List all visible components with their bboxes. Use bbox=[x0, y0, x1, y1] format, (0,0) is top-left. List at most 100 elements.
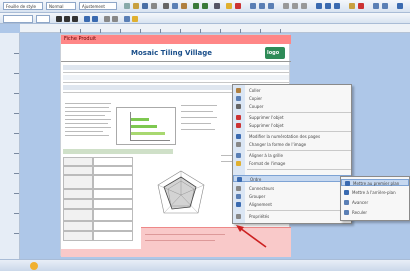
font-combo[interactable] bbox=[3, 15, 33, 23]
underline-icon[interactable] bbox=[72, 16, 78, 22]
save-icon[interactable] bbox=[142, 3, 148, 9]
radar-series bbox=[163, 176, 197, 210]
chart-bar bbox=[131, 125, 157, 128]
menu-item-grid[interactable]: Aligner à la grille bbox=[233, 152, 351, 159]
menu-item-label: Format de l'image bbox=[249, 161, 286, 166]
table-cell bbox=[63, 157, 93, 166]
font-size-combo[interactable] bbox=[36, 15, 50, 23]
image-icon[interactable] bbox=[259, 3, 265, 9]
align-right-icon[interactable] bbox=[334, 3, 340, 9]
table-cell bbox=[93, 221, 133, 231]
table-cell bbox=[63, 175, 93, 189]
table-cell bbox=[63, 221, 93, 231]
menu-item-delete[interactable]: Supprimer l'objet bbox=[233, 114, 351, 121]
submenu-item-bring-to-front[interactable]: Mettre au premier plan bbox=[341, 179, 409, 186]
red-arrow-icon bbox=[236, 225, 267, 248]
ellipse-icon[interactable] bbox=[301, 3, 307, 9]
align-left-icon[interactable] bbox=[316, 3, 322, 9]
submenu-item-send-to-back[interactable]: Mettre à l'arrière-plan bbox=[341, 189, 409, 196]
bullet-list-icon[interactable] bbox=[84, 16, 90, 22]
font-color-icon[interactable] bbox=[358, 3, 364, 9]
menu-item-label: Propriétés bbox=[249, 214, 270, 219]
undo-icon[interactable] bbox=[193, 3, 199, 9]
submenu-item-label: Reculer bbox=[352, 210, 368, 215]
shape-icon bbox=[236, 142, 241, 147]
delete-icon bbox=[236, 123, 241, 128]
logo-text: logo bbox=[267, 50, 280, 56]
cut-icon[interactable] bbox=[163, 3, 169, 9]
format-combo[interactable]: Normal bbox=[46, 2, 76, 10]
zoom-out-icon[interactable] bbox=[382, 3, 388, 9]
context-menu[interactable]: Coller Copier Couper Supprimer l'objet S… bbox=[232, 84, 352, 224]
menu-item-paste[interactable]: Coller bbox=[233, 87, 351, 94]
rectangle-icon[interactable] bbox=[292, 3, 298, 9]
vertical-ruler[interactable] bbox=[0, 33, 20, 271]
menu-item-delete-2[interactable]: Supprimer l'objet bbox=[233, 122, 351, 129]
menu-item-order[interactable]: Ordre ▶ bbox=[233, 175, 351, 182]
submenu-item-forward[interactable]: Avancer bbox=[341, 199, 409, 206]
info-row bbox=[63, 65, 289, 70]
indent-icon[interactable] bbox=[104, 16, 110, 22]
horizontal-ruler[interactable] bbox=[20, 24, 410, 33]
data-table[interactable] bbox=[61, 155, 136, 245]
properties-icon bbox=[236, 214, 241, 219]
highlight-icon[interactable] bbox=[226, 3, 232, 9]
order-submenu[interactable]: Mettre au premier plan Mettre à l'arrièr… bbox=[340, 176, 410, 221]
border-icon[interactable] bbox=[124, 16, 130, 22]
style-combo[interactable]: Feuille de style bbox=[3, 2, 43, 10]
menu-item-group[interactable]: Grouper ▶ bbox=[233, 193, 351, 200]
side-info[interactable] bbox=[181, 101, 221, 141]
radar-chart[interactable] bbox=[146, 165, 216, 225]
submenu-item-label: Mettre à l'arrière-plan bbox=[352, 190, 396, 195]
outdent-icon[interactable] bbox=[112, 16, 118, 22]
menu-separator bbox=[247, 112, 351, 113]
color-icon[interactable] bbox=[235, 3, 241, 9]
submenu-item-backward[interactable]: Reculer bbox=[341, 209, 409, 216]
menu-item-cut[interactable]: Couper bbox=[233, 103, 351, 110]
fill-icon[interactable] bbox=[349, 3, 355, 9]
menu-item-copy[interactable]: Copier bbox=[233, 95, 351, 102]
align-center-icon[interactable] bbox=[325, 3, 331, 9]
line-icon[interactable] bbox=[283, 3, 289, 9]
menu-item-shape[interactable]: Changer la forme de l'image bbox=[233, 141, 351, 148]
chart-icon[interactable] bbox=[268, 3, 274, 9]
italic-icon[interactable] bbox=[64, 16, 70, 22]
submenu-item-label: Mettre au premier plan bbox=[353, 181, 400, 186]
zoom-combo-value: Ajustement bbox=[82, 4, 105, 9]
zoom-in-icon[interactable] bbox=[373, 3, 379, 9]
app-icon[interactable] bbox=[30, 262, 38, 270]
shading-icon[interactable] bbox=[132, 16, 138, 22]
redo-icon[interactable] bbox=[202, 3, 208, 9]
open-icon[interactable] bbox=[133, 3, 139, 9]
table-cell bbox=[93, 166, 133, 175]
title-box[interactable]: Mosaic Tiling Village logo bbox=[61, 44, 291, 62]
front-icon bbox=[345, 181, 350, 186]
number-list-icon[interactable] bbox=[92, 16, 98, 22]
menu-separator bbox=[247, 150, 351, 151]
menu-item-label: Coller bbox=[249, 88, 261, 93]
copy-icon[interactable] bbox=[172, 3, 178, 9]
formatting-toolbar bbox=[0, 13, 410, 24]
status-bar bbox=[0, 259, 410, 271]
zoom-combo[interactable]: Ajustement bbox=[79, 2, 117, 10]
print-icon[interactable] bbox=[151, 3, 157, 9]
paste-icon[interactable] bbox=[181, 3, 187, 9]
new-icon[interactable] bbox=[124, 3, 130, 9]
help-icon[interactable] bbox=[397, 3, 403, 9]
menu-item-align[interactable]: Alignement ▶ bbox=[233, 201, 351, 208]
menu-item-properties[interactable]: Propriétés bbox=[233, 213, 351, 220]
menu-item-numbering[interactable]: Modifier la numérotation des pages bbox=[233, 133, 351, 140]
table-cell bbox=[93, 189, 133, 199]
menu-item-format[interactable]: Format de l'image bbox=[233, 160, 351, 167]
menu-item-connectors[interactable]: Connecteurs ▶ bbox=[233, 185, 351, 192]
bold-icon[interactable] bbox=[56, 16, 62, 22]
menu-item-label: Modifier la numérotation des pages bbox=[249, 134, 321, 139]
description-block[interactable] bbox=[65, 101, 113, 141]
table-cell bbox=[63, 209, 93, 221]
table-cell bbox=[93, 231, 133, 241]
table-icon[interactable] bbox=[250, 3, 256, 9]
zoom-icon[interactable] bbox=[214, 3, 220, 9]
table-cell bbox=[63, 166, 93, 175]
table-cell bbox=[63, 199, 93, 209]
bar-chart[interactable] bbox=[116, 107, 176, 145]
